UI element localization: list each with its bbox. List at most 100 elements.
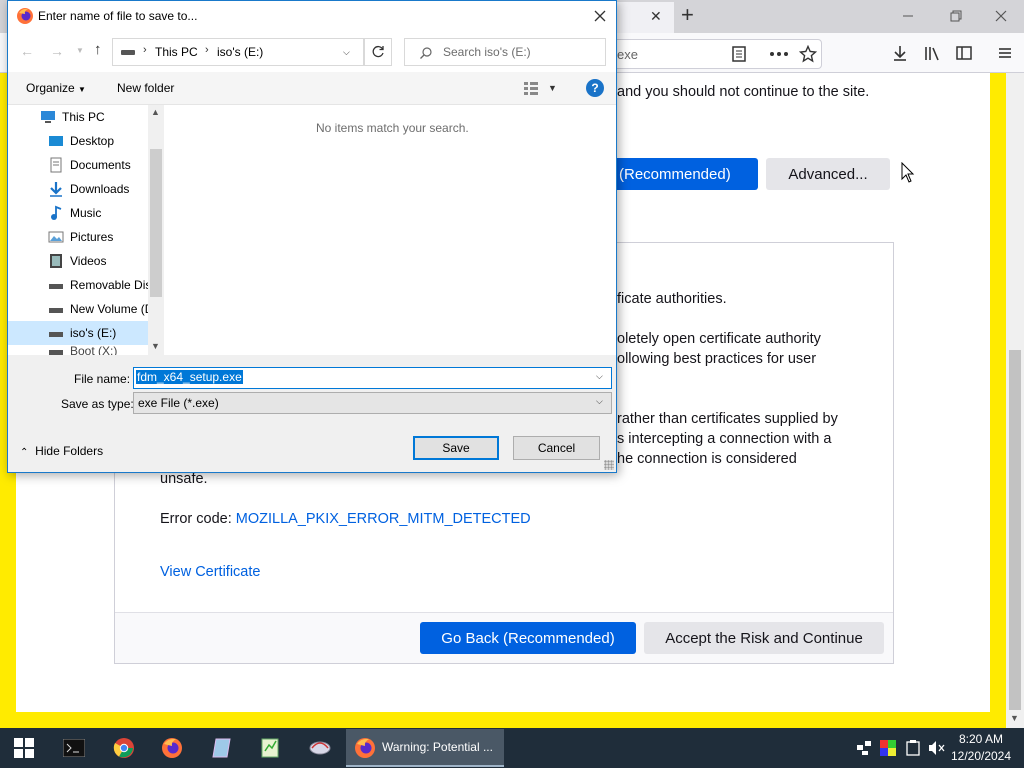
start-button[interactable] — [0, 728, 48, 768]
bookmark-star-icon[interactable] — [796, 42, 820, 66]
chevron-down-icon[interactable]: ⌵ — [343, 47, 350, 58]
color-app-tray-icon[interactable] — [880, 740, 896, 759]
recent-chevron-icon[interactable]: ▼ — [76, 46, 84, 55]
terminal-icon — [63, 739, 85, 757]
go-back-button[interactable]: Go Back (Recommended) — [420, 622, 636, 654]
accept-recommended-label: (Recommended) — [619, 165, 731, 183]
close-window-button[interactable] — [991, 8, 1011, 24]
hide-folders-toggle[interactable]: ⌃ Hide Folders — [20, 444, 103, 458]
breadcrumb-current-drive[interactable]: iso's (E:) — [217, 45, 263, 59]
back-arrow-icon[interactable]: ← — [20, 43, 34, 59]
file-name-input[interactable]: fdm_x64_setup.exe ⌵ — [133, 367, 612, 389]
scroll-down-arrow[interactable]: ▼ — [1010, 713, 1019, 723]
nav-item-music[interactable]: Music — [48, 201, 154, 225]
drive-icon — [49, 308, 63, 313]
dialog-address-row: ← → ▼ ↑ › This PC › iso's (E:) ⌵ Search … — [8, 32, 616, 72]
nav-item-boot-drive[interactable]: Boot (X:) — [48, 345, 154, 355]
nav-item-new-volume[interactable]: New Volume (D — [48, 297, 154, 321]
save-type-select[interactable]: exe File (*.exe) ⌵ — [133, 392, 612, 414]
page-actions-icon[interactable] — [767, 42, 791, 66]
nav-label: Documents — [70, 158, 131, 172]
forward-arrow-icon[interactable]: → — [50, 43, 64, 59]
clock[interactable]: 8:20 AM 12/20/2024 — [950, 731, 1012, 765]
close-icon — [594, 10, 606, 22]
notes-taskbar-button[interactable] — [198, 728, 246, 768]
organize-label: Organize — [26, 81, 75, 95]
view-certificate-link[interactable]: View Certificate — [160, 564, 260, 580]
nav-item-videos[interactable]: Videos — [48, 249, 154, 273]
pictures-folder-icon — [48, 231, 64, 243]
search-box[interactable]: Search iso's (E:) — [404, 38, 606, 66]
save-button[interactable]: Save — [413, 436, 499, 460]
file-name-value: fdm_x64_setup.exe — [136, 370, 243, 384]
organize-menu[interactable]: Organize ▼ — [26, 81, 86, 95]
text-editor-icon — [261, 738, 279, 758]
downloads-icon[interactable] — [888, 41, 912, 65]
page-scrollbar-thumb[interactable] — [1009, 350, 1021, 710]
nav-item-removable-disk[interactable]: Removable Dis — [48, 273, 154, 297]
app-taskbar-button[interactable] — [296, 728, 344, 768]
nav-scroll-up-icon[interactable]: ▲ — [151, 107, 160, 117]
advanced-button[interactable]: Advanced... — [766, 158, 890, 190]
nav-item-iso-drive[interactable]: iso's (E:) — [48, 321, 154, 345]
nav-label: Music — [70, 206, 102, 220]
network-tool-icon — [309, 741, 331, 755]
refresh-icon — [372, 45, 384, 58]
empty-list-message: No items match your search. — [316, 121, 469, 135]
nav-item-desktop[interactable]: Desktop — [48, 129, 154, 153]
new-tab-button[interactable]: + — [681, 2, 694, 28]
chevron-down-icon[interactable]: ⌵ — [596, 371, 603, 382]
nav-scrollbar-thumb[interactable] — [150, 149, 162, 297]
dialog-close-button[interactable] — [592, 8, 608, 27]
nav-scroll-down-icon[interactable]: ▼ — [151, 341, 160, 351]
url-bar[interactable]: exe — [600, 39, 822, 69]
tab-close-button[interactable]: ✕ — [650, 8, 662, 25]
clipboard-tray-icon[interactable] — [906, 740, 920, 759]
error-code-label: Error code: — [160, 511, 232, 527]
network-tray-icon[interactable] — [856, 740, 872, 759]
chrome-taskbar-button[interactable] — [100, 728, 148, 768]
breadcrumb-bar[interactable]: › This PC › iso's (E:) ⌵ — [112, 38, 364, 66]
restore-button[interactable] — [945, 8, 965, 24]
url-text: exe — [617, 47, 638, 62]
accept-risk-button[interactable]: Accept the Risk and Continue — [644, 622, 884, 654]
nav-item-this-pc[interactable]: This PC — [40, 105, 146, 129]
browser-active-tab[interactable] — [616, 2, 674, 33]
drive-icon — [121, 50, 135, 55]
nav-item-downloads[interactable]: Downloads — [48, 177, 154, 201]
windows-logo-icon — [14, 738, 34, 758]
terminal-taskbar-button[interactable] — [50, 728, 98, 768]
minimize-button[interactable] — [898, 8, 918, 24]
close-icon — [995, 10, 1007, 22]
accept-recommended-button[interactable]: (Recommended) — [617, 158, 758, 190]
reader-view-icon[interactable] — [727, 42, 751, 66]
breadcrumb-this-pc[interactable]: This PC — [155, 45, 198, 59]
nav-label: Boot (X:) — [70, 345, 118, 355]
cancel-button[interactable]: Cancel — [513, 436, 600, 460]
editor-taskbar-button[interactable] — [246, 728, 294, 768]
up-arrow-icon[interactable]: ↑ — [94, 41, 102, 58]
file-list-pane[interactable]: No items match your search. — [164, 105, 616, 355]
help-icon[interactable]: ? — [586, 79, 604, 97]
nav-label: Downloads — [70, 182, 130, 196]
save-type-label: Save as type: — [61, 397, 134, 411]
drive-icon — [49, 284, 63, 289]
nav-label: Pictures — [70, 230, 114, 244]
refresh-button[interactable] — [364, 38, 392, 66]
error-code-link[interactable]: MOZILLA_PKIX_ERROR_MITM_DETECTED — [236, 511, 531, 527]
view-options-icon[interactable] — [523, 81, 539, 98]
view-options-chevron-icon[interactable]: ▼ — [548, 83, 557, 93]
nav-item-pictures[interactable]: Pictures — [48, 225, 154, 249]
save-type-value: exe File (*.exe) — [138, 396, 219, 410]
sidebar-icon[interactable] — [952, 41, 976, 65]
chevron-down-icon: ▼ — [78, 85, 86, 94]
firefox-taskbar-button[interactable] — [148, 728, 196, 768]
resize-grip-icon[interactable] — [604, 460, 614, 470]
active-window-taskbar-button[interactable]: Warning: Potential ... — [346, 729, 504, 767]
library-icon[interactable] — [920, 41, 944, 65]
nav-item-documents[interactable]: Documents — [48, 153, 154, 177]
detail-text-1: ficate authorities. — [617, 291, 727, 307]
new-folder-button[interactable]: New folder — [117, 81, 174, 95]
menu-icon[interactable] — [993, 41, 1017, 65]
volume-muted-icon[interactable] — [928, 740, 946, 759]
